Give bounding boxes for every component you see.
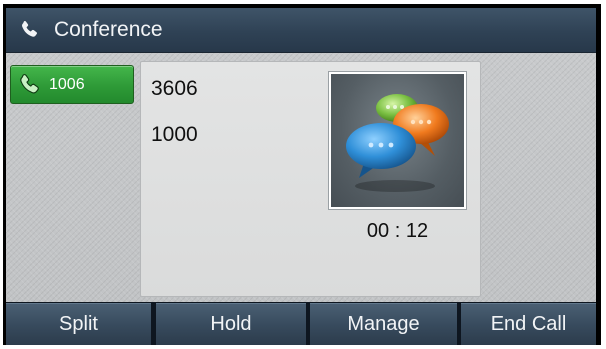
phone-icon	[20, 74, 39, 94]
conference-party-1: 3606	[151, 77, 198, 100]
call-panel: 3606 1000 00: 12	[140, 61, 481, 297]
manage-button[interactable]: Manage	[310, 303, 457, 345]
split-button[interactable]: Split	[6, 303, 151, 345]
call-duration: 00 : 12	[366, 220, 429, 242]
phone-screen: Conference 1006 3606 1000 00: 12 Split …	[6, 8, 596, 345]
conference-party-2: 1000	[151, 123, 198, 146]
title-bar: Conference	[6, 8, 596, 53]
page-title: Conference	[54, 18, 163, 41]
conference-avatar	[329, 72, 466, 209]
line-key-1006[interactable]: 1006	[10, 65, 134, 104]
phone-icon	[22, 20, 37, 37]
chat-bubbles-icon	[346, 94, 449, 192]
end-call-button[interactable]: End Call	[461, 303, 596, 345]
softkey-bar: Split Hold Manage End Call	[6, 302, 596, 345]
hold-button[interactable]: Hold	[156, 303, 306, 345]
line-key-label: 1006	[49, 76, 85, 93]
